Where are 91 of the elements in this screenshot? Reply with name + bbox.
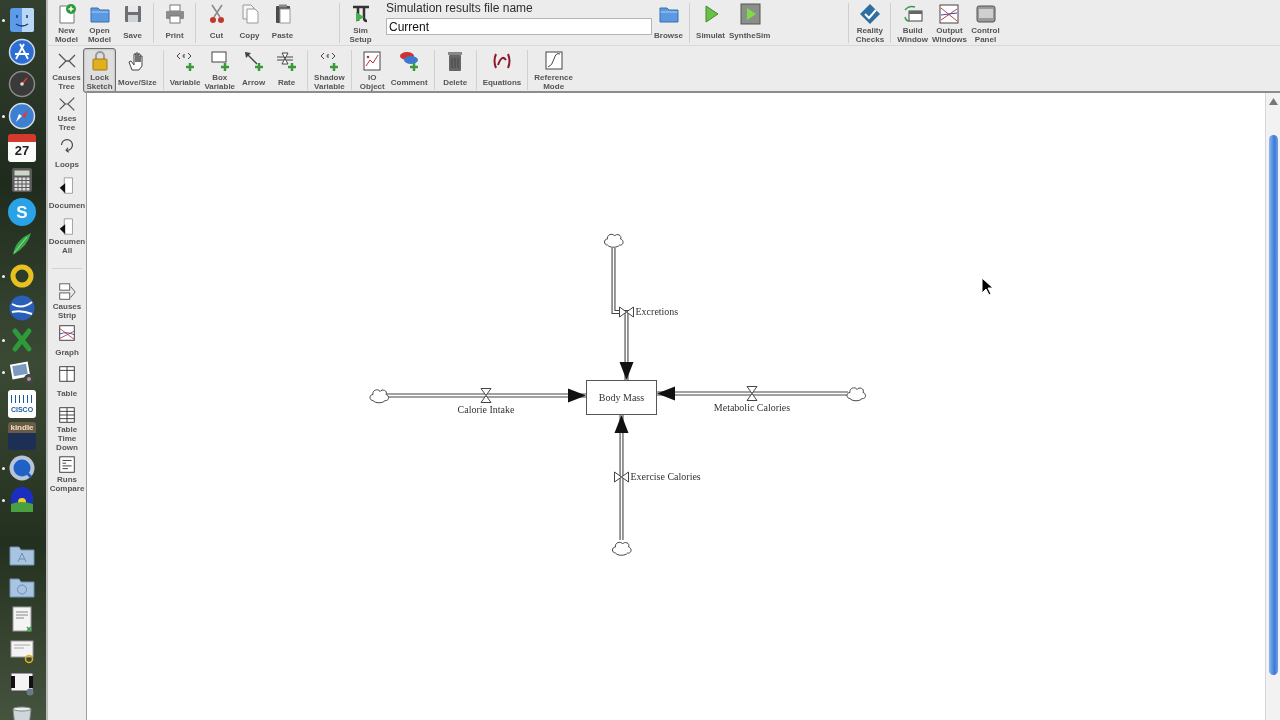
speech-bubble-icon: [398, 50, 421, 72]
table-icon: [57, 405, 77, 425]
flow-label: Metabolic Calories: [713, 401, 791, 414]
arrow-button[interactable]: Arrow: [237, 48, 271, 93]
sim-setup-button[interactable]: Sim Setup: [344, 1, 377, 46]
play-tile-icon: [738, 3, 761, 25]
variable-button[interactable]: Variable: [167, 48, 203, 93]
control-panel-button[interactable]: Control Panel: [969, 1, 1002, 46]
magnifier-icon[interactable]: [8, 454, 36, 482]
save-button[interactable]: Save: [116, 1, 149, 46]
comment-button[interactable]: Comment: [388, 48, 430, 93]
lock-sketch-button[interactable]: Lock Sketch: [83, 48, 116, 93]
app-letter: S: [16, 203, 28, 221]
delete-button[interactable]: Delete: [438, 48, 472, 93]
stock-node: Body Mass: [586, 380, 657, 415]
loops-button[interactable]: Loops: [50, 134, 84, 174]
vertical-scrollbar[interactable]: [1265, 93, 1280, 720]
branch-icon: [57, 94, 77, 114]
table-time-down-button[interactable]: Table Time Down: [50, 404, 84, 453]
paste-button[interactable]: Paste: [266, 1, 299, 46]
build-windows-button[interactable]: Build Window: [895, 1, 930, 46]
gauge-icon[interactable]: [8, 70, 36, 98]
output-windows-button[interactable]: Output Windows: [929, 1, 969, 46]
io-graph-icon: [361, 50, 384, 72]
open-model-button[interactable]: Open Model: [83, 1, 116, 46]
synthesim-button[interactable]: SyntheSim: [727, 1, 773, 46]
compass-icon[interactable]: [8, 102, 36, 130]
uses-tree-button[interactable]: Uses Tree: [50, 93, 84, 133]
reference-mode-button[interactable]: Reference Mode: [532, 48, 575, 93]
diamond-check-icon: [858, 3, 881, 25]
scroll-up-arrow-icon[interactable]: [1268, 98, 1278, 105]
equations-button[interactable]: Equations: [480, 48, 524, 93]
control-panel-icon: [974, 3, 997, 25]
ring-icon[interactable]: [8, 262, 36, 290]
copy-button[interactable]: Copy: [233, 1, 266, 46]
strip-icon: [57, 282, 77, 302]
document-button[interactable]: Documen: [47, 175, 87, 215]
flow-label: Calorie Intake: [457, 403, 515, 416]
smiley-face-icon[interactable]: [8, 6, 36, 34]
io-object-button[interactable]: IO Object: [355, 48, 389, 93]
scroll-thumb[interactable]: [1268, 135, 1278, 675]
move-size-button[interactable]: Move/Size: [116, 48, 159, 93]
results-file-label: Simulation results file name: [386, 1, 533, 15]
pencil-disc-icon[interactable]: [8, 38, 36, 66]
globe-icon[interactable]: [8, 294, 36, 322]
box-plus-icon: [208, 50, 231, 72]
runs-compare-button[interactable]: Runs Compare: [48, 454, 86, 494]
results-file-field[interactable]: Current: [386, 18, 652, 35]
bracket-plus-icon: [174, 50, 197, 72]
shadow-variable-button[interactable]: Shadow Variable: [312, 48, 347, 93]
simulate-button[interactable]: Simulat: [694, 1, 727, 46]
cloud-icon: [612, 541, 632, 556]
browse-button[interactable]: Browse: [652, 1, 685, 46]
flow-valve: [746, 386, 758, 401]
cloud-icon: [369, 389, 390, 404]
rate-button[interactable]: Rate: [270, 48, 304, 93]
calendar-day: 27: [14, 144, 30, 157]
flow-label: Excretions: [635, 306, 679, 318]
flow-valve: [619, 306, 634, 318]
cloud-icon: [846, 387, 867, 402]
flow-valve: [480, 388, 492, 403]
box-variable-button[interactable]: Box Variable: [202, 48, 238, 93]
new-model-button[interactable]: New Model: [50, 1, 83, 46]
document-all-button[interactable]: Documen All: [47, 216, 87, 256]
logo-text: kindle: [10, 424, 34, 432]
table-icon: [57, 364, 77, 384]
arrow-plus-icon: [242, 50, 265, 72]
document-icon[interactable]: [8, 669, 36, 697]
reality-checks-button[interactable]: Reality Checks: [853, 1, 887, 46]
bracket-plus-icon: [318, 50, 341, 72]
causes-strip-button[interactable]: Causes Strip: [50, 281, 84, 321]
line-chart-icon: [938, 3, 961, 25]
document-icon[interactable]: [8, 637, 36, 665]
flow-label: Exercise Calories: [630, 471, 701, 483]
landscape-icon[interactable]: [8, 486, 36, 514]
cloud-icon: [604, 233, 624, 248]
logo-tile[interactable]: kindle: [8, 422, 36, 450]
mouse-pointer-icon: [981, 277, 993, 296]
curve-chart-icon: [542, 50, 565, 72]
compare-table-icon: [57, 455, 77, 475]
causes-tree-button[interactable]: Causes Tree: [50, 48, 83, 93]
valve-plus-icon: [275, 50, 298, 72]
table-button[interactable]: Table: [50, 363, 84, 403]
cut-button[interactable]: Cut: [200, 1, 233, 46]
flow-valve: [614, 471, 629, 483]
print-button[interactable]: Print: [158, 1, 191, 46]
graph-icon: [57, 323, 77, 343]
printer-icon: [163, 3, 186, 25]
calendar-icon[interactable]: 27: [8, 134, 36, 162]
graph-button[interactable]: Graph: [50, 322, 84, 362]
window-arrows-icon: [901, 3, 924, 25]
